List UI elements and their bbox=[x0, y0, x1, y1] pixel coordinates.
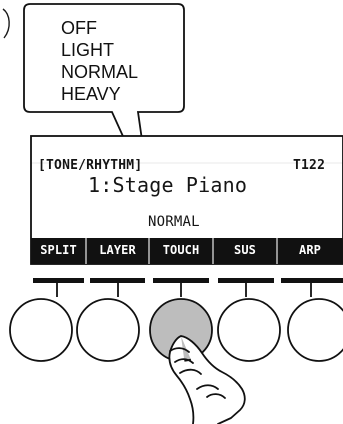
function-label-sus: SUS bbox=[234, 243, 256, 257]
touch-button[interactable] bbox=[150, 299, 212, 361]
display-tone-name: 1:Stage Piano bbox=[88, 173, 248, 197]
option-heavy: HEAVY bbox=[61, 84, 121, 104]
function-label-split: SPLIT bbox=[40, 243, 77, 257]
display-mode-label: [TONE/RHYTHM] bbox=[38, 158, 143, 173]
option-normal: NORMAL bbox=[61, 62, 139, 82]
step-marker-arc bbox=[2, 8, 10, 39]
button-connectors bbox=[56, 283, 312, 297]
layer-button[interactable] bbox=[77, 299, 139, 361]
display-tempo-indicator: T122 bbox=[293, 158, 326, 173]
instruction-illustration: OFF LIGHT NORMAL HEAVY [TONE/RHYTHM] T12… bbox=[0, 0, 343, 424]
sus-button[interactable] bbox=[218, 299, 280, 361]
option-light: LIGHT bbox=[61, 40, 115, 60]
touch-response-options: OFF LIGHT NORMAL HEAVY bbox=[61, 17, 181, 105]
split-button[interactable] bbox=[10, 299, 72, 361]
button-ledges bbox=[33, 278, 343, 283]
display-current-setting: NORMAL bbox=[148, 214, 200, 230]
function-label-layer: LAYER bbox=[99, 243, 136, 257]
function-label-touch: TOUCH bbox=[162, 243, 200, 257]
function-label-arp: ARP bbox=[299, 243, 321, 257]
option-off: OFF bbox=[61, 18, 97, 38]
arp-button[interactable] bbox=[288, 299, 343, 361]
